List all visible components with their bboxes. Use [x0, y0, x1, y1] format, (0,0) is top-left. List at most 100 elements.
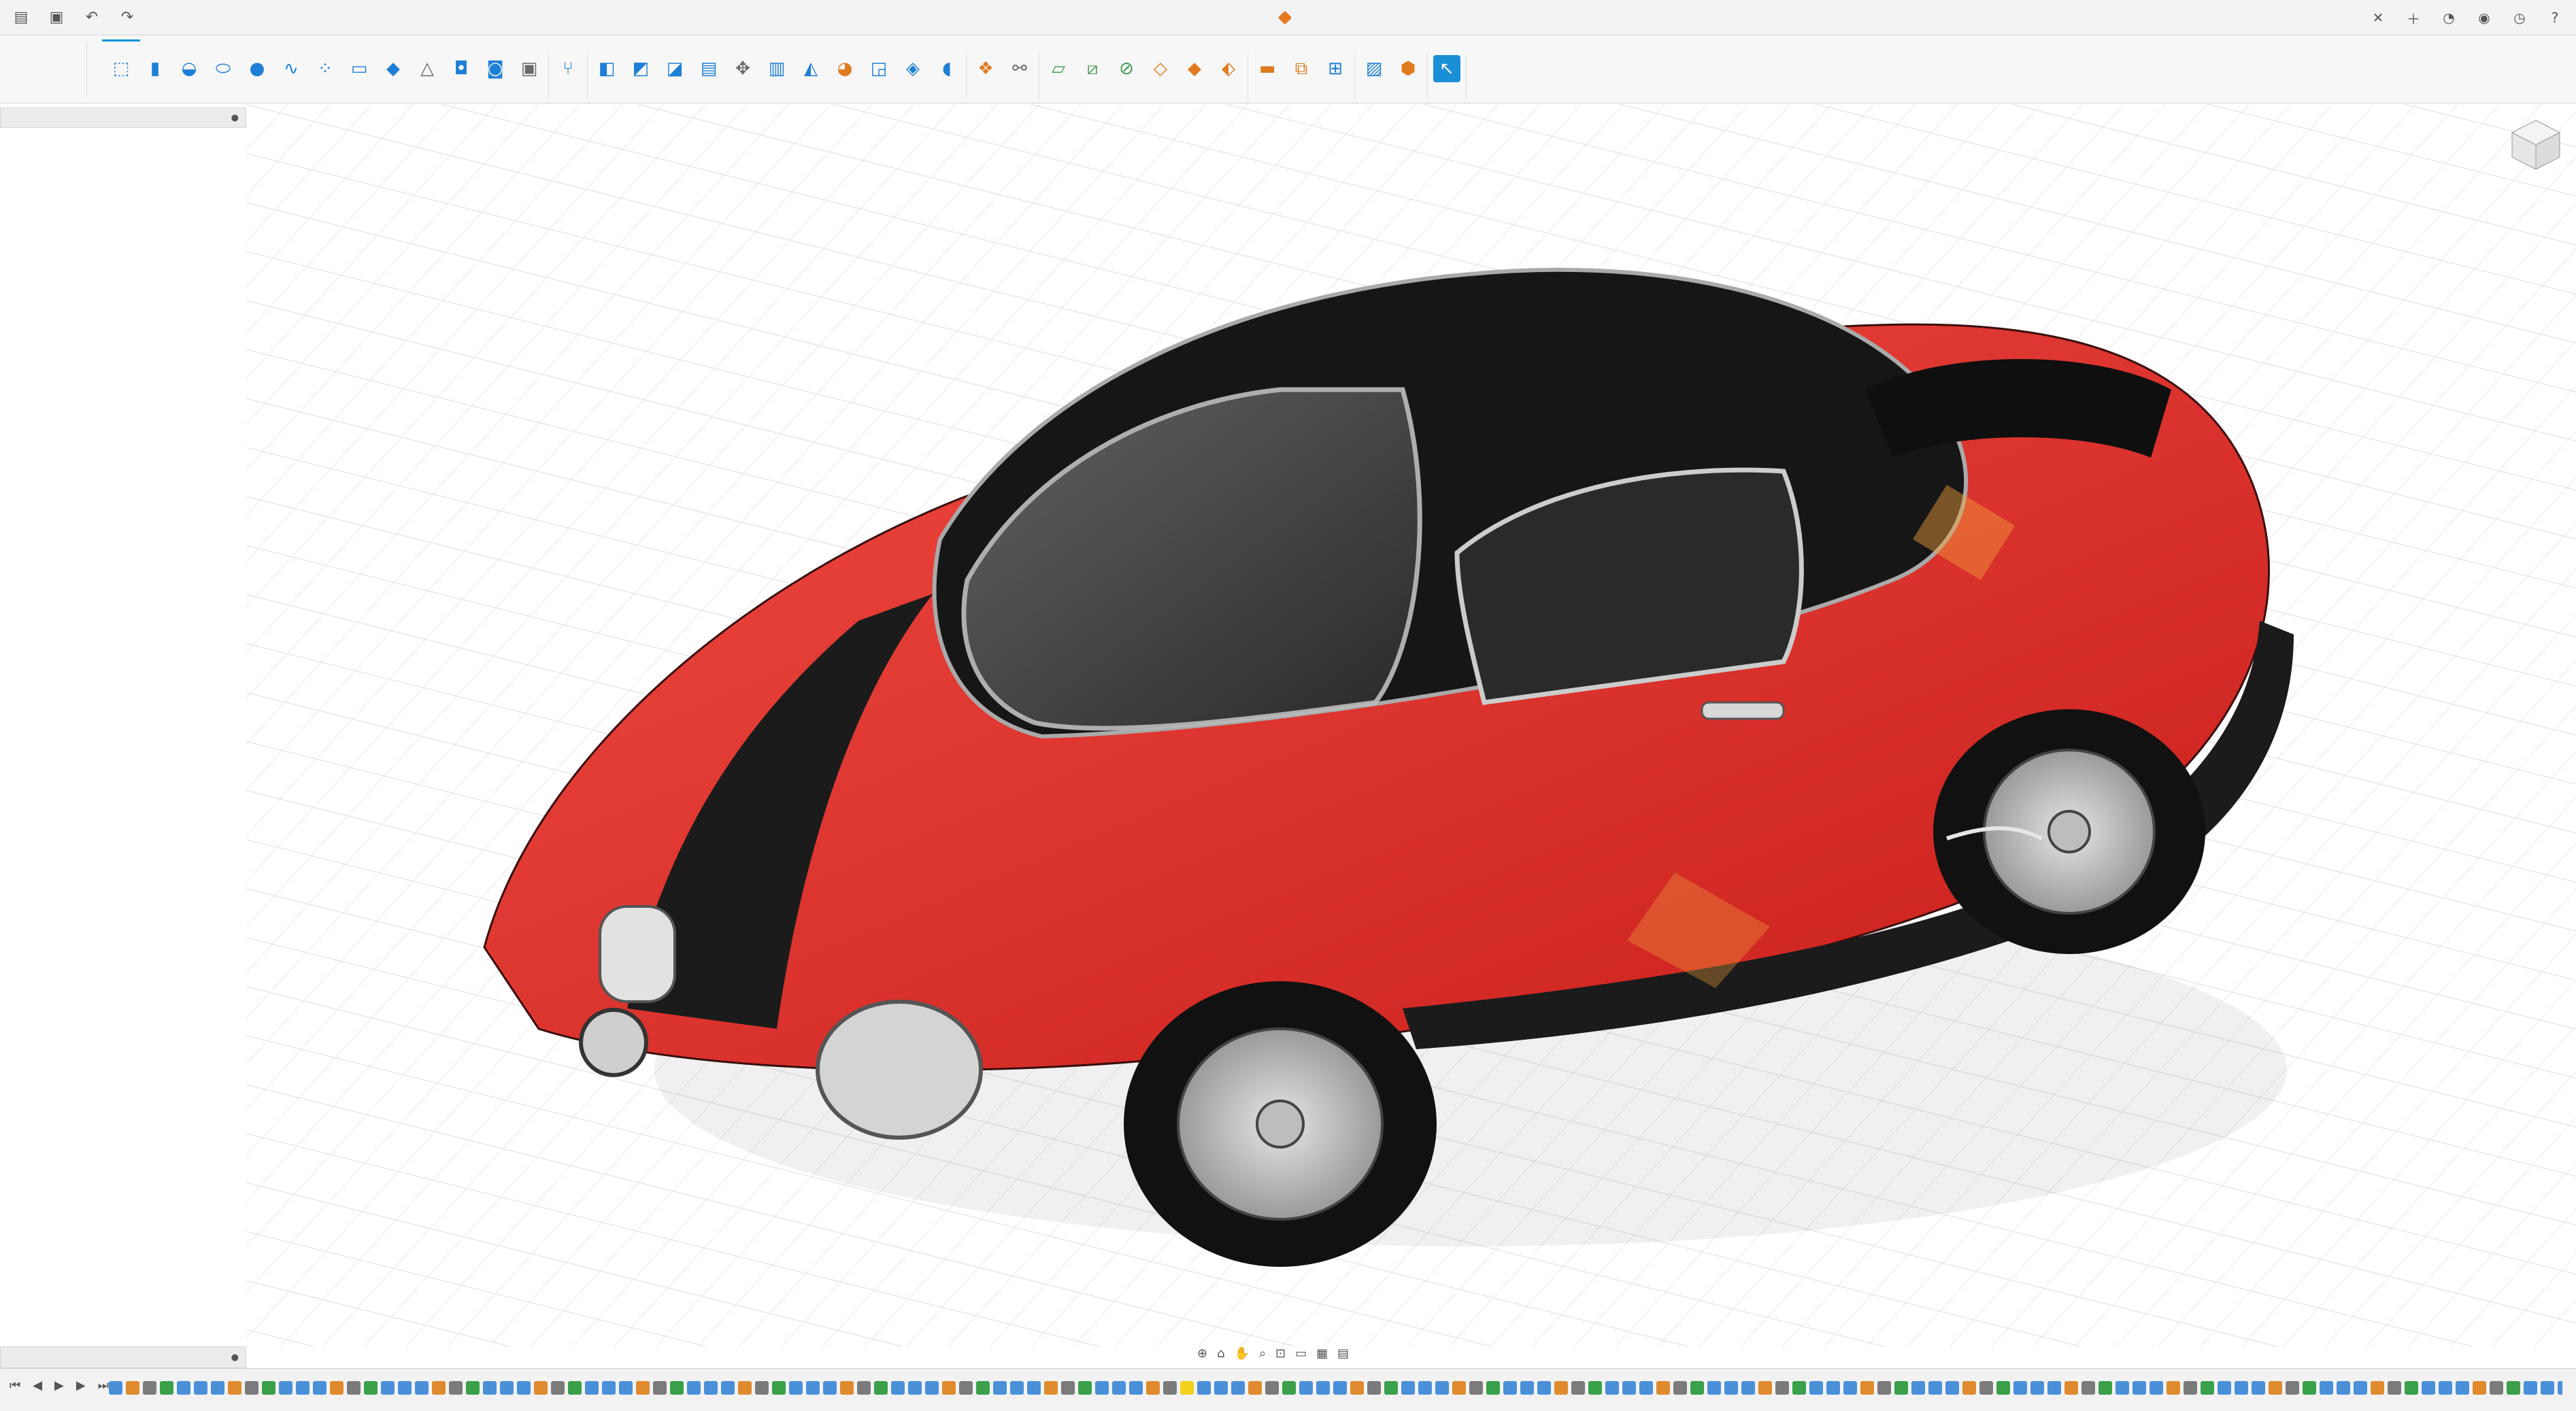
timeline-feature-icon[interactable]: [1928, 1381, 1942, 1395]
timeline-feature-icon[interactable]: [2184, 1381, 2197, 1395]
fit-icon[interactable]: ⊡: [1275, 1346, 1286, 1361]
timeline-feature-icon[interactable]: [1911, 1381, 1925, 1395]
timeline-forward-icon[interactable]: ▶: [76, 1378, 86, 1393]
timeline-feature-icon[interactable]: [2235, 1381, 2248, 1395]
timeline-start-icon[interactable]: ⏮: [10, 1378, 20, 1393]
timeline-feature-icon[interactable]: [1469, 1381, 1483, 1395]
timeline-feature-icon[interactable]: [1673, 1381, 1687, 1395]
timeline-feature-icon[interactable]: [1452, 1381, 1466, 1395]
timeline-feature-icon[interactable]: [1979, 1381, 1993, 1395]
timeline-feature-icon[interactable]: [2388, 1381, 2401, 1395]
timeline-feature-icon[interactable]: [959, 1381, 973, 1395]
timeline-feature-icon[interactable]: [2524, 1381, 2537, 1395]
timeline-feature-icon[interactable]: [1299, 1381, 1313, 1395]
clock-icon[interactable]: ◷: [2508, 6, 2531, 29]
select-icon[interactable]: ↖: [1433, 55, 1460, 82]
timeline-feature-icon[interactable]: [2201, 1381, 2214, 1395]
midplane-icon[interactable]: ◇: [1147, 55, 1174, 82]
timeline-feature-icon[interactable]: [1503, 1381, 1517, 1395]
timeline-feature-icon[interactable]: [1282, 1381, 1296, 1395]
timeline-feature-icon[interactable]: [670, 1381, 684, 1395]
cylinder-icon[interactable]: ⬭: [210, 55, 237, 82]
undo-icon[interactable]: ↶: [80, 6, 103, 29]
timeline-feature-icon[interactable]: [721, 1381, 735, 1395]
timeline-feature-icon[interactable]: [2013, 1381, 2027, 1395]
timeline-feature-icon[interactable]: [1214, 1381, 1228, 1395]
timeline-feature-icon[interactable]: [1095, 1381, 1109, 1395]
timeline-feature-icon[interactable]: [568, 1381, 582, 1395]
timeline-feature-icon[interactable]: [1248, 1381, 1262, 1395]
timeline-feature-icon[interactable]: [1078, 1381, 1092, 1395]
timeline-feature-icon[interactable]: [143, 1381, 156, 1395]
timeline-feature-icon[interactable]: [398, 1381, 412, 1395]
timeline-feature-icon[interactable]: [1724, 1381, 1738, 1395]
redo-icon[interactable]: ↷: [116, 6, 139, 29]
timeline-feature-icon[interactable]: [415, 1381, 429, 1395]
timeline-feature-icon[interactable]: [2081, 1381, 2095, 1395]
viewcube[interactable]: [2508, 116, 2564, 172]
timeline-feature-icon[interactable]: [1996, 1381, 2010, 1395]
shell-icon[interactable]: ◘: [448, 55, 475, 82]
timeline-feature-icon[interactable]: [517, 1381, 531, 1395]
timeline-feature-icon[interactable]: [687, 1381, 701, 1395]
timeline-feature-icon[interactable]: [636, 1381, 650, 1395]
timeline-feature-icon[interactable]: [619, 1381, 633, 1395]
timeline-feature-icon[interactable]: [857, 1381, 871, 1395]
timeline-feature-icon[interactable]: [2541, 1381, 2554, 1395]
timeline-feature-icon[interactable]: [1418, 1381, 1432, 1395]
split-face-icon[interactable]: ◭: [797, 55, 824, 82]
timeline-feature-icon[interactable]: [1061, 1381, 1075, 1395]
timeline-feature-icon[interactable]: [1945, 1381, 1959, 1395]
timeline-feature-icon[interactable]: [704, 1381, 718, 1395]
timeline-feature-icon[interactable]: [2098, 1381, 2112, 1395]
timeline-end-icon[interactable]: ⏭: [98, 1378, 109, 1393]
orbit-icon[interactable]: ⊕: [1197, 1346, 1207, 1361]
timeline-feature-icon[interactable]: [432, 1381, 446, 1395]
timeline-feature-icon[interactable]: [1758, 1381, 1772, 1395]
canvas-viewport[interactable]: [246, 104, 2576, 1346]
timeline-feature-icon[interactable]: [1367, 1381, 1381, 1395]
plane-at-angle-icon[interactable]: ⧄: [1079, 55, 1106, 82]
timeline-feature-icon[interactable]: [160, 1381, 173, 1395]
timeline-feature-icon[interactable]: [1707, 1381, 1721, 1395]
timeline-feature-icon[interactable]: [874, 1381, 888, 1395]
timeline-feature-icon[interactable]: [908, 1381, 922, 1395]
timeline-feature-icon[interactable]: [1622, 1381, 1636, 1395]
tab-sheet-metal[interactable]: [229, 37, 267, 41]
axis-icon[interactable]: ⬖: [1215, 55, 1242, 82]
timeline-feature-icon[interactable]: [2337, 1381, 2350, 1395]
timeline-feature-icon[interactable]: [755, 1381, 769, 1395]
timeline-feature-icon[interactable]: [2320, 1381, 2333, 1395]
timeline-feature-icon[interactable]: [942, 1381, 956, 1395]
timeline-feature-icon[interactable]: [2047, 1381, 2061, 1395]
interference-icon[interactable]: ⧉: [1288, 55, 1315, 82]
timeline-feature-icon[interactable]: [1826, 1381, 1840, 1395]
save-icon[interactable]: ▣: [45, 6, 68, 29]
tab-surface[interactable]: [144, 37, 182, 41]
timeline-feature-icon[interactable]: [1180, 1381, 1194, 1395]
timeline-feature-icon[interactable]: [347, 1381, 361, 1395]
timeline-feature-icon[interactable]: [1605, 1381, 1619, 1395]
timeline-feature-icon[interactable]: [296, 1381, 310, 1395]
timeline-feature-icon[interactable]: [1843, 1381, 1857, 1395]
timeline-feature-icon[interactable]: [1809, 1381, 1823, 1395]
timeline-feature-icon[interactable]: [483, 1381, 497, 1395]
timeline-feature-icon[interactable]: [330, 1381, 344, 1395]
timeline-feature-icon[interactable]: [738, 1381, 752, 1395]
timeline-feature-icon[interactable]: [1554, 1381, 1568, 1395]
file-menu-icon[interactable]: ▤: [10, 6, 33, 29]
timeline-feature-icon[interactable]: [2354, 1381, 2367, 1395]
timeline-feature-icon[interactable]: [449, 1381, 463, 1395]
decal-icon[interactable]: ▣: [516, 55, 543, 82]
timeline-feature-icon[interactable]: [2167, 1381, 2180, 1395]
rectangle-tool-icon[interactable]: ▭: [346, 55, 373, 82]
timeline-feature-icon[interactable]: [211, 1381, 224, 1395]
timeline-feature-icon[interactable]: [1792, 1381, 1806, 1395]
timeline-feature-icon[interactable]: [1027, 1381, 1041, 1395]
timeline-feature-icon[interactable]: [1146, 1381, 1160, 1395]
pattern-icon[interactable]: ⁘: [312, 55, 339, 82]
timeline-feature-icon[interactable]: [891, 1381, 905, 1395]
timeline-feature-icon[interactable]: [925, 1381, 939, 1395]
timeline-feature-icon[interactable]: [1231, 1381, 1245, 1395]
coil-icon[interactable]: ∿: [278, 55, 305, 82]
